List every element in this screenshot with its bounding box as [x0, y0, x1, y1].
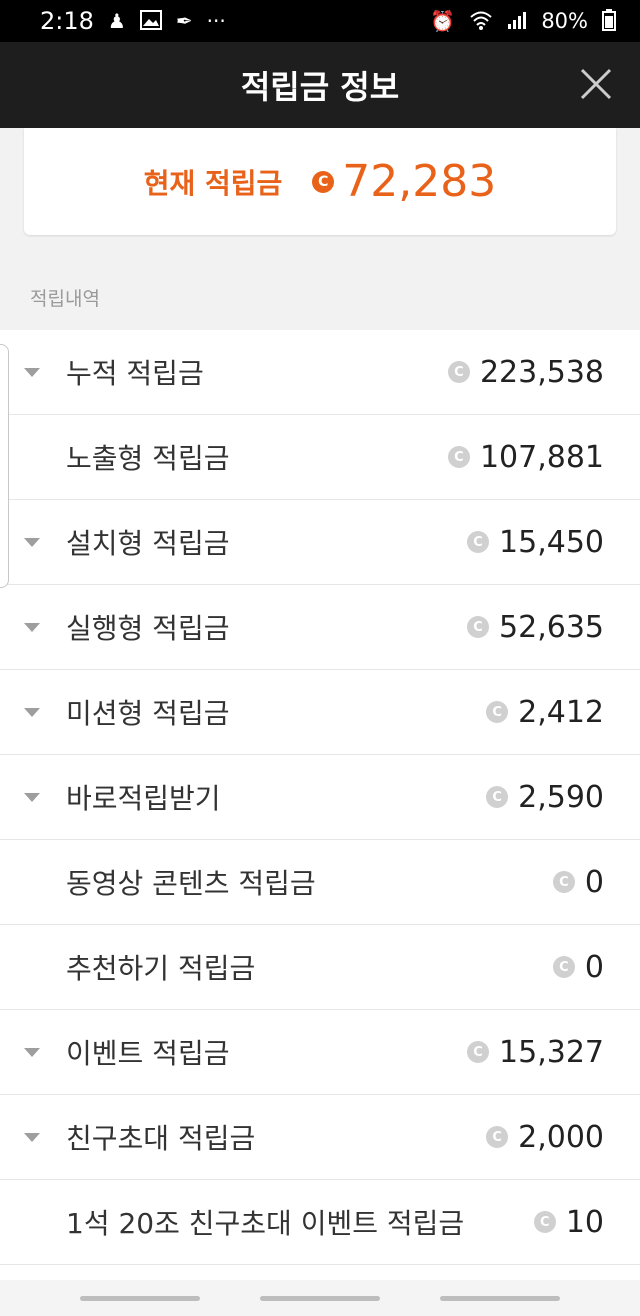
- coin-icon: C: [486, 701, 509, 723]
- current-balance-card: 현재 적립금 C 72,283: [24, 128, 616, 235]
- history-row: 1석 20조 친구초대 이벤트 적립금 C 10: [0, 1180, 640, 1265]
- status-bar-left: 2:18 ♟ ✒ ···: [40, 7, 226, 35]
- history-row: 동영상 콘텐츠 적립금 C 0: [0, 840, 640, 925]
- coin-icon: C: [312, 170, 335, 193]
- expand-arrow-icon[interactable]: [24, 1133, 40, 1142]
- history-row-amount-group: C 15,327: [467, 1035, 604, 1070]
- navigation-bar: [0, 1280, 640, 1316]
- current-balance-label: 현재 적립금: [143, 166, 283, 200]
- history-row-amount: 10: [565, 1204, 604, 1240]
- history-row-label: 노출형 적립금: [66, 442, 230, 475]
- history-row-label: 1석 20조 친구초대 이벤트 적립금: [66, 1207, 465, 1240]
- history-row-amount-group: C 52,635: [467, 610, 604, 645]
- history-row-amount-group: C 2,590: [486, 780, 604, 815]
- title-bar: 적립금 정보: [0, 42, 640, 128]
- history-row-amount: 107,881: [479, 439, 604, 475]
- history-list: 누적 적립금 C 223,538 노출형 적립금 C 107,881 설치형 적립금 C 15,…: [0, 330, 640, 1280]
- history-row-label: 설치형 적립금: [66, 527, 230, 560]
- nav-back-button[interactable]: [440, 1295, 560, 1301]
- history-row-amount: 15,327: [499, 1034, 604, 1070]
- history-row-label: 실행형 적립금: [66, 612, 230, 645]
- coin-icon: C: [486, 1126, 509, 1148]
- app-icon: ✒: [175, 9, 193, 33]
- history-row-amount-group: C0: [552, 864, 604, 900]
- status-bar-right: ⏰ 80%: [430, 8, 616, 34]
- history-row-label: 추천하기 적립금: [66, 952, 256, 985]
- history-row[interactable]: 이벤트 적립금 C 15,327: [0, 1010, 640, 1095]
- history-row-amount: 0: [584, 864, 604, 900]
- history-row-amount-group: C 10: [533, 1204, 604, 1240]
- history-row-amount-group: C 15,450: [467, 525, 604, 560]
- history-row[interactable]: 미션형 적립금 C 2,412: [0, 670, 640, 755]
- history-row-amount: 15,450: [499, 524, 604, 560]
- coin-icon: C: [486, 786, 509, 808]
- alarm-icon: ⏰: [430, 9, 456, 33]
- status-time: 2:18: [40, 7, 94, 35]
- expand-arrow-icon[interactable]: [24, 1048, 40, 1057]
- current-balance: C 72,283: [312, 156, 496, 207]
- history-row-amount-group: C0: [552, 949, 604, 985]
- current-balance-value: 72,283: [342, 156, 497, 207]
- nav-recent-button[interactable]: [80, 1295, 200, 1301]
- history-row-amount-group: C 107,881: [447, 439, 604, 475]
- close-button[interactable]: [580, 68, 612, 100]
- history-row-label: 동영상 콘텐츠 적립금: [66, 867, 316, 900]
- history-row-amount-group: C 2,412: [486, 695, 604, 730]
- history-row[interactable]: 설치형 적립금 C 15,450: [0, 500, 640, 585]
- history-row: 노출형 적립금 C 107,881: [0, 415, 640, 500]
- history-row[interactable]: 바로적립받기 C 2,590: [0, 755, 640, 840]
- section-title: 적립내역: [30, 288, 100, 310]
- history-row-amount: 223,538: [479, 354, 604, 390]
- history-row-label: 바로적립받기: [66, 782, 221, 815]
- history-row-label: 친구초대 적립금: [66, 1122, 256, 1155]
- expand-arrow-icon[interactable]: [24, 623, 40, 632]
- expand-arrow-icon[interactable]: [24, 368, 40, 377]
- history-row-label: 미션형 적립금: [66, 697, 230, 730]
- signal-icon: [507, 10, 527, 33]
- expand-arrow-icon[interactable]: [24, 708, 40, 717]
- coin-icon: C: [447, 446, 470, 468]
- scroll-indicator[interactable]: [0, 344, 9, 588]
- status-bar: 2:18 ♟ ✒ ··· ⏰ 80%: [0, 0, 640, 42]
- history-row-amount: 2,000: [518, 1119, 604, 1155]
- expand-arrow-icon[interactable]: [24, 793, 40, 802]
- coin-icon: C: [533, 1211, 556, 1233]
- notification-icon: ♟: [107, 9, 126, 33]
- history-row-amount-group: C 2,000: [486, 1120, 604, 1155]
- history-row[interactable]: 누적 적립금 C 223,538: [0, 330, 640, 415]
- battery-percent: 80%: [541, 9, 588, 33]
- history-row[interactable]: 실행형 적립금 C 52,635: [0, 585, 640, 670]
- coin-icon: C: [552, 956, 575, 978]
- history-row: 추천하기 적립금 C 0: [0, 925, 640, 1010]
- nav-home-button[interactable]: [260, 1295, 380, 1301]
- history-row-amount: 0: [584, 949, 604, 985]
- wifi-icon: [469, 10, 493, 33]
- history-row-amount: 2,412: [518, 694, 604, 730]
- coin-icon: C: [447, 361, 470, 383]
- image-icon: [139, 9, 162, 33]
- history-row-amount: 52,635: [499, 609, 604, 645]
- history-row-label: 이벤트 적립금: [66, 1037, 230, 1070]
- battery-icon: [602, 8, 616, 34]
- coin-icon: C: [467, 1041, 490, 1063]
- history-row-amount: 2,590: [518, 779, 604, 815]
- close-icon: [580, 68, 612, 100]
- history-row-label: 누적 적립금: [66, 357, 204, 390]
- coin-icon: C: [467, 616, 490, 638]
- expand-arrow-icon[interactable]: [24, 538, 40, 547]
- coin-icon: C: [467, 531, 490, 553]
- history-row-amount-group: C 223,538: [447, 354, 604, 390]
- history-row[interactable]: 친구초대 적립금 C 2,000: [0, 1095, 640, 1180]
- page-title: 적립금 정보: [240, 68, 400, 106]
- more-icon: ···: [206, 9, 226, 33]
- coin-icon: C: [552, 871, 575, 893]
